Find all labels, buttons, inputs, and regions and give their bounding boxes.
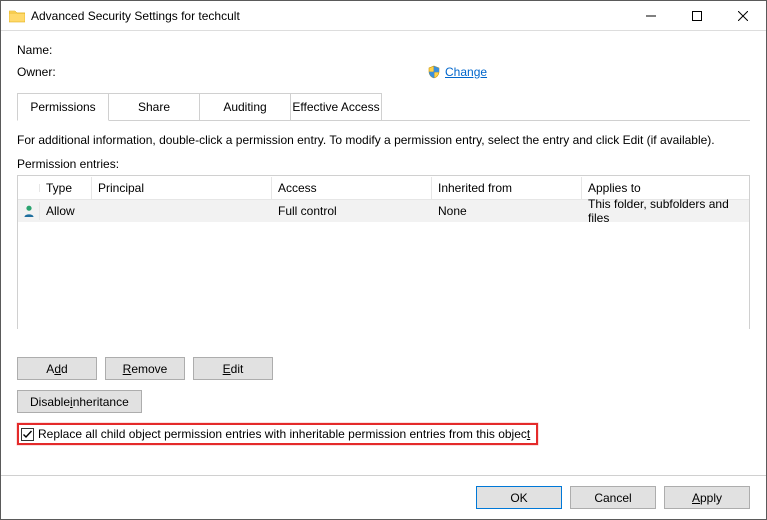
- replace-child-entries-checkbox-row: Replace all child object permission entr…: [17, 423, 538, 445]
- replace-child-entries-label[interactable]: Replace all child object permission entr…: [38, 427, 530, 441]
- entry-buttons: Add Remove Edit: [17, 357, 750, 380]
- cell-applies: This folder, subfolders and files: [582, 195, 749, 227]
- folder-icon: [9, 9, 25, 23]
- col-access[interactable]: Access: [272, 177, 432, 199]
- entries-label: Permission entries:: [17, 157, 750, 171]
- owner-label: Owner:: [17, 65, 77, 79]
- ok-button[interactable]: OK: [476, 486, 562, 509]
- name-row: Name:: [17, 43, 750, 57]
- cancel-button[interactable]: Cancel: [570, 486, 656, 509]
- remove-button[interactable]: Remove: [105, 357, 185, 380]
- close-button[interactable]: [720, 1, 766, 30]
- permission-grid: Type Principal Access Inherited from App…: [17, 175, 750, 329]
- window-title: Advanced Security Settings for techcult: [31, 9, 628, 23]
- info-text: For additional information, double-click…: [17, 133, 750, 147]
- tab-panel: For additional information, double-click…: [17, 120, 750, 445]
- disable-inheritance-row: Disable inheritance: [17, 390, 750, 413]
- disable-inheritance-button[interactable]: Disable inheritance: [17, 390, 142, 413]
- minimize-button[interactable]: [628, 1, 674, 30]
- tab-effective-access[interactable]: Effective Access: [290, 93, 382, 121]
- window-controls: [628, 1, 766, 30]
- table-row[interactable]: Allow Full control None This folder, sub…: [18, 200, 749, 222]
- add-button[interactable]: Add: [17, 357, 97, 380]
- replace-child-entries-checkbox[interactable]: [21, 428, 34, 441]
- content-area: Name: Owner: Change Permissions Share Au…: [1, 31, 766, 475]
- principal-icon: [18, 202, 40, 220]
- cell-principal: [92, 209, 272, 213]
- owner-row: Owner: Change: [17, 65, 750, 79]
- cell-type: Allow: [40, 202, 92, 220]
- tab-permissions[interactable]: Permissions: [17, 93, 109, 121]
- col-icon[interactable]: [18, 184, 40, 192]
- cell-access: Full control: [272, 202, 432, 220]
- window: Advanced Security Settings for techcult …: [0, 0, 767, 520]
- cell-inherited: None: [432, 202, 582, 220]
- col-inherited[interactable]: Inherited from: [432, 177, 582, 199]
- edit-button[interactable]: Edit: [193, 357, 273, 380]
- owner-change-group: Change: [427, 65, 487, 79]
- tab-share[interactable]: Share: [108, 93, 200, 121]
- tab-auditing[interactable]: Auditing: [199, 93, 291, 121]
- maximize-button[interactable]: [674, 1, 720, 30]
- titlebar: Advanced Security Settings for techcult: [1, 1, 766, 31]
- col-type[interactable]: Type: [40, 177, 92, 199]
- change-owner-link[interactable]: Change: [445, 65, 487, 79]
- apply-button[interactable]: Apply: [664, 486, 750, 509]
- footer: OK Cancel Apply: [1, 475, 766, 519]
- col-principal[interactable]: Principal: [92, 177, 272, 199]
- name-label: Name:: [17, 43, 77, 57]
- tab-strip: Permissions Share Auditing Effective Acc…: [17, 93, 750, 121]
- shield-icon: [427, 65, 441, 79]
